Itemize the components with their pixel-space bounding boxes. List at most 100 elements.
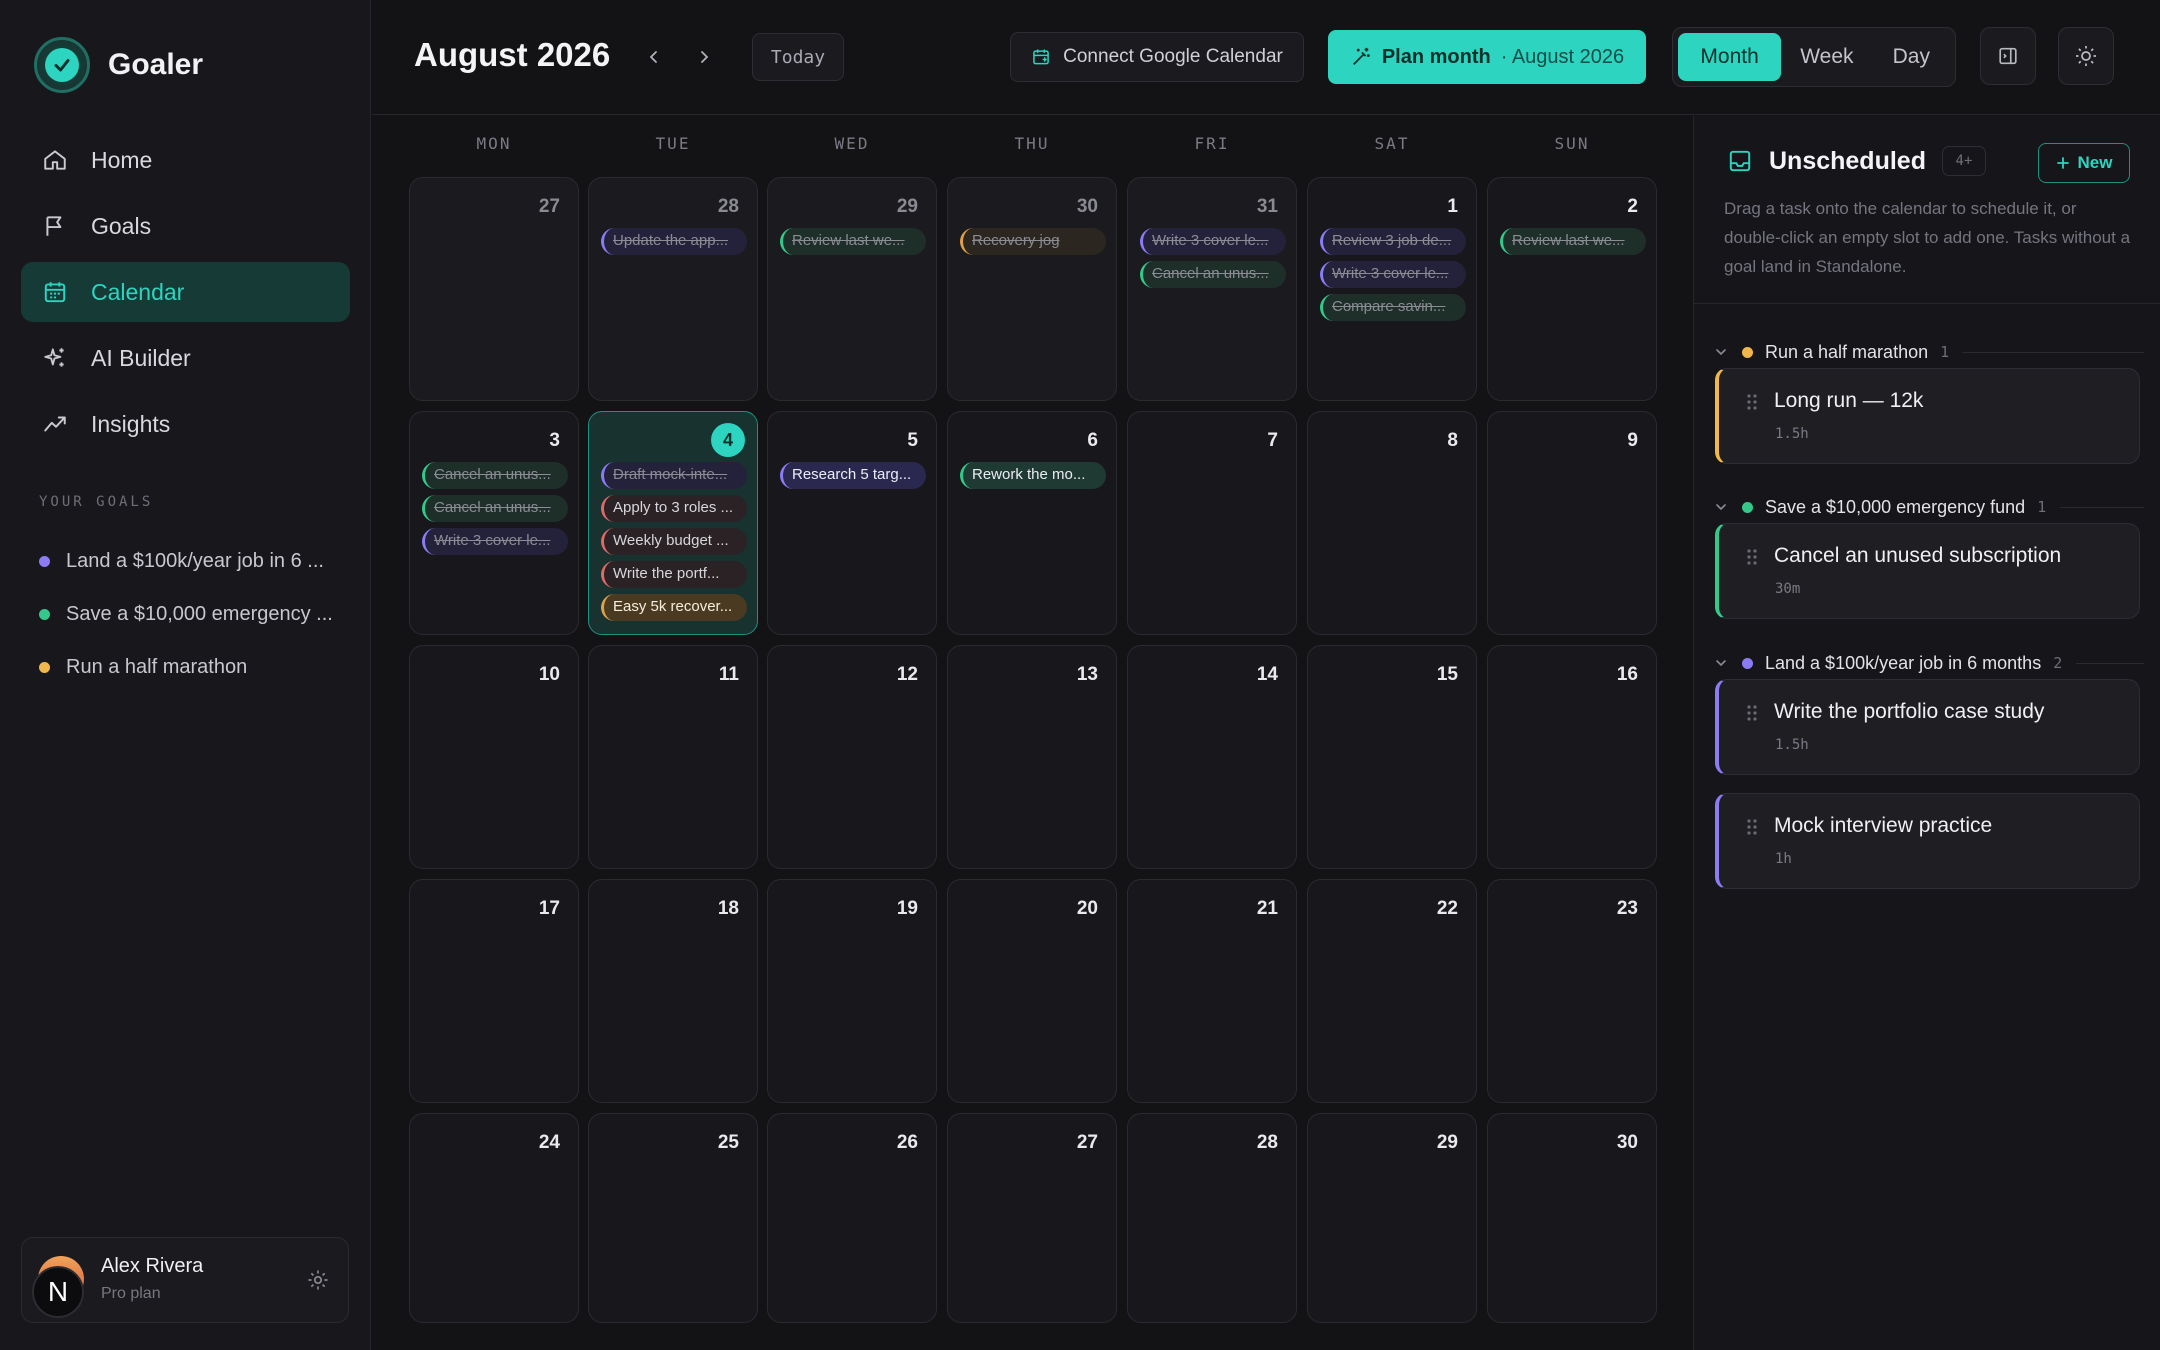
day-number: 18 — [717, 898, 739, 919]
drag-handle-icon[interactable] — [1745, 548, 1759, 566]
calendar-day-cell[interactable]: 31 Write 3 cover le... Cancel an unus... — [1127, 177, 1297, 401]
calendar-day-cell[interactable]: 10 — [409, 645, 579, 869]
chevron-down-icon[interactable] — [1714, 654, 1732, 672]
drag-handle-icon[interactable] — [1745, 818, 1759, 836]
calendar-task-chip[interactable]: Cancel an unus... — [1140, 261, 1286, 288]
calendar-day-cell[interactable]: 6 Rework the mo... — [947, 411, 1117, 635]
calendar-day-today[interactable]: 4 Draft mock-inte... Apply to 3 roles ... W… — [588, 411, 758, 635]
next-month-button[interactable] — [689, 40, 719, 74]
goal-group-header[interactable]: Land a $100k/year job in 6 months 2 — [1714, 649, 2144, 677]
drag-handle-icon[interactable] — [1745, 704, 1759, 722]
calendar-task-chip[interactable]: Rework the mo... — [960, 462, 1106, 489]
calendar-day-cell[interactable]: 8 — [1307, 411, 1477, 635]
calendar-day-cell[interactable]: 29 — [1307, 1113, 1477, 1323]
unscheduled-task-card[interactable]: Write the portfolio case study 1.5h — [1715, 679, 2140, 775]
unscheduled-task-card[interactable]: Mock interview practice 1h — [1715, 793, 2140, 889]
calendar-day-cell[interactable]: 9 — [1487, 411, 1657, 635]
calendar-day-cell[interactable]: 27 — [409, 177, 579, 401]
calendar-day-cell[interactable]: 1 Review 3 job de... Write 3 cover le... Co… — [1307, 177, 1477, 401]
calendar-task-chip[interactable]: Write 3 cover le... — [1140, 228, 1286, 255]
weekday-header: MON — [476, 134, 512, 153]
goal-group-header[interactable]: Save a $10,000 emergency fund 1 — [1714, 493, 2144, 521]
nav-item-home[interactable]: Home — [21, 130, 350, 190]
calendar-day-cell[interactable]: 20 — [947, 879, 1117, 1103]
plan-month-button[interactable]: Plan month · August 2026 — [1328, 30, 1646, 84]
day-task-list: Cancel an unus... Cancel an unus... Write … — [422, 462, 568, 561]
calendar-day-cell[interactable]: 18 — [588, 879, 758, 1103]
calendar-task-chip[interactable]: Review 3 job de... — [1320, 228, 1466, 255]
calendar-icon — [41, 278, 69, 306]
chevron-down-icon[interactable] — [1714, 498, 1732, 516]
calendar-task-chip[interactable]: Review last we... — [780, 228, 926, 255]
app-logo[interactable]: Goaler — [34, 37, 203, 93]
view-month-button[interactable]: Month — [1678, 33, 1782, 81]
calendar-day-cell[interactable]: 11 — [588, 645, 758, 869]
connect-google-calendar-button[interactable]: Connect Google Calendar — [1010, 32, 1304, 82]
calendar-day-cell[interactable]: 22 — [1307, 879, 1477, 1103]
calendar-task-chip[interactable]: Write the portf... — [601, 561, 747, 588]
calendar-day-cell[interactable]: 24 — [409, 1113, 579, 1323]
calendar-task-chip[interactable]: Cancel an unus... — [422, 462, 568, 489]
calendar-day-cell[interactable]: 13 — [947, 645, 1117, 869]
goal-item[interactable]: Land a $100k/year job in 6 ... — [39, 535, 339, 588]
new-task-button[interactable]: New — [2038, 143, 2130, 183]
nav-item-ai-builder[interactable]: AI Builder — [21, 328, 350, 388]
calendar-day-cell[interactable]: 15 — [1307, 645, 1477, 869]
view-week-button[interactable]: Week — [1781, 33, 1872, 81]
calendar-task-chip[interactable]: Update the app... — [601, 228, 747, 255]
theme-toggle-button[interactable] — [2058, 27, 2114, 85]
calendar-task-chip[interactable]: Recovery jog — [960, 228, 1106, 255]
day-number: 14 — [1256, 664, 1278, 685]
user-card[interactable]: N Alex Rivera Pro plan — [21, 1237, 349, 1323]
calendar-day-cell[interactable]: 29 Review last we... — [767, 177, 937, 401]
goal-group-name: Run a half marathon — [1765, 341, 1929, 362]
calendar-task-chip[interactable]: Weekly budget ... — [601, 528, 747, 555]
calendar-task-chip[interactable]: Compare savin... — [1320, 294, 1466, 321]
calendar-day-cell[interactable]: 27 — [947, 1113, 1117, 1323]
calendar-day-cell[interactable]: 23 — [1487, 879, 1657, 1103]
calendar-day-cell[interactable]: 30 — [1487, 1113, 1657, 1323]
calendar-day-cell[interactable]: 25 — [588, 1113, 758, 1323]
goal-item[interactable]: Save a $10,000 emergency ... — [39, 588, 339, 641]
calendar-day-cell[interactable]: 3 Cancel an unus... Cancel an unus... Write… — [409, 411, 579, 635]
goal-item[interactable]: Run a half marathon — [39, 641, 339, 694]
calendar-day-cell[interactable]: 12 — [767, 645, 937, 869]
calendar-task-chip[interactable]: Easy 5k recover... — [601, 594, 747, 621]
calendar-task-chip[interactable]: Write 3 cover le... — [422, 528, 568, 555]
nav-item-insights[interactable]: Insights — [21, 394, 350, 454]
calendar-day-cell[interactable]: 19 — [767, 879, 937, 1103]
calendar-task-chip[interactable]: Cancel an unus... — [422, 495, 568, 522]
calendar-day-cell[interactable]: 16 — [1487, 645, 1657, 869]
chevron-down-icon[interactable] — [1714, 343, 1732, 361]
day-number: 3 — [549, 430, 560, 451]
calendar-task-chip[interactable]: Apply to 3 roles ... — [601, 495, 747, 522]
unscheduled-task-card[interactable]: Cancel an unused subscription 30m — [1715, 523, 2140, 619]
calendar-task-chip[interactable]: Draft mock-inte... — [601, 462, 747, 489]
calendar-day-cell[interactable]: 17 — [409, 879, 579, 1103]
calendar-day-cell[interactable]: 14 — [1127, 645, 1297, 869]
view-day-button[interactable]: Day — [1873, 33, 1950, 81]
today-button[interactable]: Today — [752, 33, 844, 81]
calendar-task-chip[interactable]: Write 3 cover le... — [1320, 261, 1466, 288]
goal-group-header[interactable]: Run a half marathon 1 — [1714, 338, 2144, 366]
calendar-day-cell[interactable]: 28 Update the app... — [588, 177, 758, 401]
calendar-day-cell[interactable]: 2 Review last we... — [1487, 177, 1657, 401]
calendar-day-cell[interactable]: 30 Recovery jog — [947, 177, 1117, 401]
flag-icon — [41, 212, 69, 240]
calendar-task-chip[interactable]: Research 5 targ... — [780, 462, 926, 489]
settings-gear-icon[interactable] — [306, 1268, 330, 1292]
calendar-task-chip[interactable]: Review last we... — [1500, 228, 1646, 255]
calendar-day-cell[interactable]: 21 — [1127, 879, 1297, 1103]
nav-item-calendar[interactable]: Calendar — [21, 262, 350, 322]
plan-month-sub: · August 2026 — [1500, 45, 1625, 68]
calendar-day-cell[interactable]: 28 — [1127, 1113, 1297, 1323]
avatar-letter: N — [32, 1266, 84, 1318]
calendar-day-cell[interactable]: 26 — [767, 1113, 937, 1323]
prev-month-button[interactable] — [639, 40, 669, 74]
calendar-day-cell[interactable]: 7 — [1127, 411, 1297, 635]
unscheduled-task-card[interactable]: Long run — 12k 1.5h — [1715, 368, 2140, 464]
drag-handle-icon[interactable] — [1745, 393, 1759, 411]
toggle-panel-button[interactable] — [1980, 27, 2036, 85]
nav-item-goals[interactable]: Goals — [21, 196, 350, 256]
calendar-day-cell[interactable]: 5 Research 5 targ... — [767, 411, 937, 635]
